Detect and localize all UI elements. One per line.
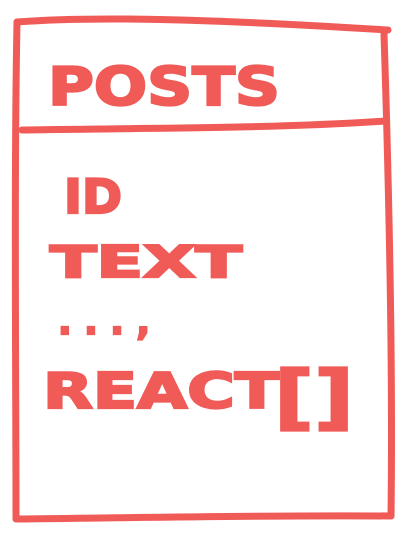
box-left-edge bbox=[11, 18, 21, 523]
box-bottom-edge bbox=[14, 512, 395, 523]
entity-fields: ID TEXT . . . , REACT [] bbox=[42, 169, 355, 439]
header-divider bbox=[18, 117, 390, 134]
field-text: TEXT bbox=[50, 237, 242, 288]
entity-title: POSTS bbox=[48, 57, 280, 118]
field-react: REACT bbox=[43, 363, 280, 420]
field-ellipsis: . . . , bbox=[58, 300, 150, 343]
field-react-array-suffix: [] bbox=[274, 356, 354, 438]
field-id: ID bbox=[64, 170, 122, 225]
entity-sketch: POSTS ID TEXT . . . , REACT [] bbox=[11, 15, 396, 523]
diagram-canvas: POSTS ID TEXT . . . , REACT [] bbox=[0, 0, 411, 537]
box-top-edge bbox=[13, 15, 392, 34]
box-right-edge bbox=[380, 30, 396, 520]
